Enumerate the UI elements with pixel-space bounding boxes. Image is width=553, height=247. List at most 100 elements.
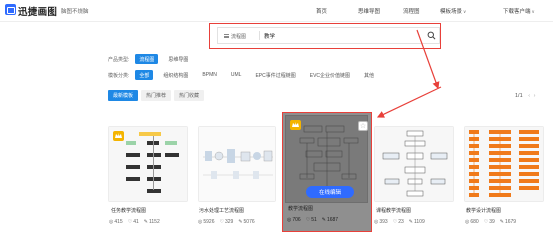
search-button[interactable] [423,27,440,44]
diagram-node [147,177,161,181]
views-count: 5926 [203,219,215,225]
card-title[interactable]: 污水处理工艺流程图 [199,207,244,214]
views-stat: ◎ 706 [287,217,301,223]
card-preview [198,126,276,202]
diagram-node [139,132,161,136]
chip-evc[interactable]: EVC企业价值链图 [306,70,354,80]
uses-stat: ✎ 1152 [144,219,160,225]
card-title[interactable]: 教学流程图 [288,205,313,212]
eye-icon: ◎ [287,217,292,223]
flowchart-thumbnail [382,130,448,197]
likes-count: 39 [489,219,495,225]
likes-stat: ♡ 329 [220,219,234,225]
page-indicator: 1/1 [515,93,523,99]
vip-crown-icon [113,131,124,141]
card-preview [464,126,544,202]
chip-epc[interactable]: EPC事件过程链图 [251,70,299,80]
likes-count: 329 [224,219,234,225]
diagram-node [147,189,161,193]
views-count: 680 [470,219,479,225]
likes-count: 23 [398,219,404,225]
diagram-node [147,153,161,157]
tab-hot[interactable]: 热门推荐 [141,90,172,101]
category-filter: 模板分类: 全部 组织结构图 BPMN UML EPC事件过程链图 EVC企业价… [108,70,384,80]
chip-bpmn[interactable]: BPMN [198,71,220,80]
template-card[interactable] [374,126,454,202]
chip-mindmap[interactable]: 思维导图 [164,54,192,64]
diagram-node [165,141,177,145]
views-stat: ◎ 680 [465,219,479,225]
thumb-up-icon: ♡ [305,217,311,223]
nav-flowchart[interactable]: 流程图 [403,7,420,15]
nav-download-label: 下载客户端 [503,9,531,15]
chevron-right-icon[interactable]: › [534,93,536,99]
eye-icon: ◎ [109,219,114,225]
sort-tabs: 最新模板 热门推荐 热门收藏 [108,90,205,101]
chip-org-chart[interactable]: 组织结构图 [159,70,192,80]
card-stats: ◎ 415 ♡ 41 ✎ 1152 [109,219,160,225]
likes-stat: ♡ 41 [128,219,139,225]
likes-stat: ♡ 39 [484,219,495,225]
chip-flowchart[interactable]: 流程图 [135,54,159,64]
uses-count: 1152 [148,219,160,225]
eye-icon: ◎ [374,219,379,225]
card-preview [108,126,188,202]
thumb-up-icon: ♡ [127,219,133,225]
logo-text[interactable]: 迅捷画图 [18,4,57,18]
chip-all[interactable]: 全部 [135,70,154,80]
template-card[interactable] [198,126,276,202]
card-title[interactable]: 课程教学流程图 [376,207,411,214]
uses-stat: ✎ 1687 [322,217,338,223]
tab-latest[interactable]: 最新模板 [108,90,139,101]
edit-icon: ✎ [321,217,326,223]
online-edit-button[interactable]: 在线编辑 [306,186,354,198]
arrow-to-card [376,86,442,118]
nav-download[interactable]: 下载客户端∨ [503,7,535,15]
views-stat: ◎ 5926 [198,219,215,225]
chip-other[interactable]: 其他 [360,70,378,80]
template-card-highlighted[interactable]: ☆ 在线编辑 教学流程图 ◎ 706 ♡ 51 ✎ 1687 [282,112,372,232]
edit-icon: ✎ [238,219,243,225]
search-icon [427,31,435,40]
thumb-up-icon: ♡ [392,219,398,225]
nav-home-label: 首页 [316,9,328,15]
diagram-node [126,177,140,181]
edit-icon: ✎ [499,219,504,225]
thumb-up-icon: ♡ [219,219,224,225]
chevron-down-icon: ∨ [531,9,535,14]
pagination[interactable]: 1/1 ‹ › [515,93,535,99]
logo-icon[interactable] [5,4,16,15]
uses-stat: ✎ 1679 [500,219,516,225]
diagram-connector [153,136,154,190]
logo-divider [54,6,55,14]
diagram-node [126,141,136,145]
card-preview [374,126,454,202]
nav-home[interactable]: 首页 [316,7,327,15]
views-stat: ◎ 415 [109,219,123,225]
template-card[interactable] [464,126,544,202]
nav-templates-label: 模板场景 [440,9,463,15]
card-title[interactable]: 教学设计流程图 [466,207,501,214]
nav-templates[interactable]: 模板场景∨ [440,7,466,15]
nav-mindmap[interactable]: 思维导图 [358,7,380,15]
search-type-select[interactable]: 流程图 [221,31,249,41]
diagram-node [147,165,161,169]
search-input[interactable] [264,31,414,41]
slogan: 脑图不烧脑 [61,9,89,15]
uses-count: 1687 [326,217,339,223]
chevron-left-icon[interactable]: ‹ [528,93,530,99]
uses-stat: ✎ 5076 [238,219,254,225]
nav-flowchart-label: 流程图 [403,9,420,15]
card-title[interactable]: 任务教学流程图 [111,207,146,214]
edit-icon: ✎ [143,219,148,225]
menu-icon [224,34,229,38]
likes-stat: ♡ 23 [393,219,404,225]
search-type-label: 流程图 [231,33,247,40]
thumb-up-icon: ♡ [483,219,489,225]
nav-mindmap-label: 思维导图 [358,9,381,15]
tab-favorites[interactable]: 热门收藏 [174,90,205,101]
template-card[interactable] [108,126,188,202]
likes-count: 41 [133,219,139,225]
chip-uml[interactable]: UML [227,71,246,80]
search-box: 流程图 [217,27,425,44]
